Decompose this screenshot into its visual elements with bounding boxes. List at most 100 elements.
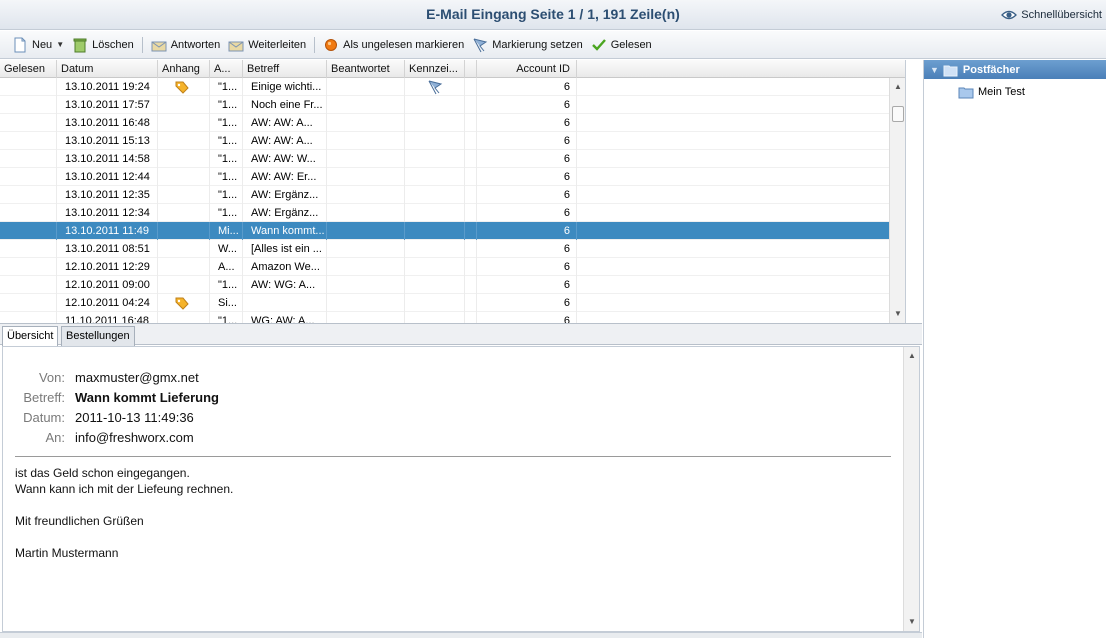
scroll-down-icon[interactable]: ▼ <box>890 307 905 321</box>
trash-icon <box>72 37 88 53</box>
cell-spacer <box>465 222 477 240</box>
grid-scrollbar[interactable]: ▲ ▼ <box>889 78 905 323</box>
table-row[interactable]: 13.10.2011 19:24 "1... Einige wichti... 6 <box>0 78 905 96</box>
column-header-answered[interactable]: Beantwortet <box>327 60 405 78</box>
scroll-down-icon[interactable]: ▼ <box>904 615 919 629</box>
table-row[interactable]: 13.10.2011 16:48 "1... AW: AW: A... 6 <box>0 114 905 132</box>
cell-subject: AW: AW: Er... <box>243 168 327 186</box>
column-header-spacer <box>465 60 477 78</box>
cell-a: "1... <box>210 78 243 96</box>
cell-spacer <box>465 132 477 150</box>
table-row[interactable]: 12.10.2011 04:24 Si... 6 <box>0 294 905 312</box>
chevron-down-icon[interactable]: ▼ <box>56 40 64 49</box>
quick-overview-button[interactable]: Schnellübersicht <box>1001 7 1102 23</box>
tab-overview[interactable]: Übersicht <box>2 326 59 347</box>
cell-read <box>0 96 57 114</box>
cell-attach <box>158 168 210 186</box>
cell-spacer <box>465 114 477 132</box>
cell-account: 6 <box>477 312 577 323</box>
cell-subject: Noch eine Fr... <box>243 96 327 114</box>
cell-a: W... <box>210 240 243 258</box>
body-line: Martin Mustermann <box>15 546 119 560</box>
table-row[interactable]: 13.10.2011 12:35 "1... AW: Ergänz... 6 <box>0 186 905 204</box>
cell-spacer <box>465 240 477 258</box>
cell-a: "1... <box>210 96 243 114</box>
cell-date: 13.10.2011 12:35 <box>57 186 158 204</box>
cell-flag <box>405 294 465 312</box>
table-row[interactable]: 13.10.2011 17:57 "1... Noch eine Fr... 6 <box>0 96 905 114</box>
column-header-read[interactable]: Gelesen <box>0 60 57 78</box>
table-row[interactable]: 11.10.2011 16:48 "1... WG: AW: A... 6 <box>0 312 905 323</box>
cell-answered <box>327 114 405 132</box>
folder-item-mein-test[interactable]: Mein Test <box>924 84 1106 100</box>
mailboxes-header[interactable]: ▼ Postfächer <box>924 60 1106 79</box>
cell-attach <box>158 78 210 96</box>
checkmark-icon <box>591 37 607 53</box>
scroll-up-icon[interactable]: ▲ <box>904 349 919 363</box>
cell-flag <box>405 240 465 258</box>
table-row[interactable]: 13.10.2011 14:58 "1... AW: AW: W... 6 <box>0 150 905 168</box>
set-flag-button[interactable]: Markierung setzen <box>468 35 587 55</box>
cell-attach <box>158 312 210 323</box>
table-row[interactable]: 13.10.2011 08:51 W... [Alles ist ein ... 6 <box>0 240 905 258</box>
cell-account: 6 <box>477 276 577 294</box>
date-value: 2011-10-13 11:49:36 <box>75 409 194 425</box>
cell-spacer <box>465 168 477 186</box>
table-row[interactable]: 13.10.2011 15:13 "1... AW: AW: A... 6 <box>0 132 905 150</box>
cell-answered <box>327 258 405 276</box>
reply-button[interactable]: Antworten <box>147 35 225 55</box>
table-row[interactable]: 13.10.2011 11:49 Mi... Wann kommt... 6 <box>0 222 905 240</box>
from-label: Von: <box>38 369 65 385</box>
forward-button[interactable]: Weiterleiten <box>224 35 310 55</box>
scroll-thumb[interactable] <box>892 106 904 122</box>
cell-read <box>0 258 57 276</box>
expand-triangle-icon[interactable]: ▼ <box>930 65 939 75</box>
delete-button[interactable]: Löschen <box>68 35 138 55</box>
table-row[interactable]: 12.10.2011 09:00 "1... AW: WG: A... 6 <box>0 276 905 294</box>
cell-date: 12.10.2011 04:24 <box>57 294 158 312</box>
table-row[interactable]: 12.10.2011 12:29 A... Amazon We... 6 <box>0 258 905 276</box>
column-header-date[interactable]: Datum <box>57 60 158 78</box>
body-line: ist das Geld schon eingegangen. <box>15 466 190 480</box>
cell-read <box>0 78 57 96</box>
cell-read <box>0 132 57 150</box>
cell-account: 6 <box>477 222 577 240</box>
column-header-flag[interactable]: Kennzei... <box>405 60 465 78</box>
reply-label: Antworten <box>170 38 221 51</box>
cell-flag <box>405 258 465 276</box>
title-bar: E-Mail Eingang Seite 1 / 1, 191 Zeile(n)… <box>0 0 1106 30</box>
cell-a: "1... <box>210 168 243 186</box>
cell-read <box>0 222 57 240</box>
cell-flag <box>405 312 465 323</box>
attachment-tag-icon <box>175 297 189 310</box>
forward-icon <box>228 37 244 53</box>
cell-attach <box>158 240 210 258</box>
cell-spacer <box>465 186 477 204</box>
cell-spacer <box>465 150 477 168</box>
cell-subject: AW: AW: A... <box>243 132 327 150</box>
cell-a: "1... <box>210 150 243 168</box>
column-header-attachment[interactable]: Anhang <box>158 60 210 78</box>
tab-orders[interactable]: Bestellungen <box>61 326 135 346</box>
forward-label: Weiterleiten <box>248 38 307 51</box>
cell-subject: WG: AW: A... <box>243 312 327 323</box>
table-row[interactable]: 13.10.2011 12:44 "1... AW: AW: Er... 6 <box>0 168 905 186</box>
preview-scrollbar[interactable]: ▲ ▼ <box>903 347 919 631</box>
date-label: Datum: <box>23 409 65 425</box>
column-header-account-id[interactable]: Account ID <box>477 60 577 78</box>
column-header-subject[interactable]: Betreff <box>243 60 327 78</box>
cell-a: "1... <box>210 114 243 132</box>
attachment-tag-icon <box>175 81 189 94</box>
cell-account: 6 <box>477 186 577 204</box>
new-button[interactable]: Neu ▼ <box>8 35 68 55</box>
cell-account: 6 <box>477 258 577 276</box>
cell-flag <box>405 276 465 294</box>
folder-open-icon <box>943 62 959 78</box>
column-header-a[interactable]: A... <box>210 60 243 78</box>
read-button[interactable]: Gelesen <box>587 35 656 55</box>
toolbar-separator <box>141 36 143 53</box>
scroll-up-icon[interactable]: ▲ <box>890 80 905 94</box>
mark-unread-button[interactable]: Als ungelesen markieren <box>319 35 468 55</box>
cell-a: "1... <box>210 276 243 294</box>
table-row[interactable]: 13.10.2011 12:34 "1... AW: Ergänz... 6 <box>0 204 905 222</box>
